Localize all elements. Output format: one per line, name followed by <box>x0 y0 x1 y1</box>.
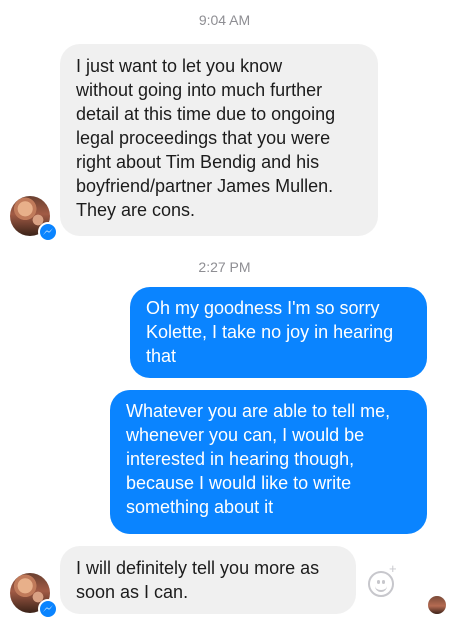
message-outgoing-1[interactable]: Oh my goodness I'm so sorry Kolette, I t… <box>130 287 427 378</box>
messenger-badge-icon <box>38 222 58 242</box>
add-reaction-plus: + <box>389 561 397 576</box>
smile-mouth <box>375 583 387 592</box>
messenger-badge-icon <box>38 599 58 619</box>
message-incoming-2[interactable]: I will definitely tell you more as soon … <box>60 546 356 614</box>
timestamp-2-27: 2:27 PM <box>198 259 251 275</box>
message-outgoing-2[interactable]: Whatever you are able to tell me, whenev… <box>110 390 427 534</box>
read-receipt-avatar <box>428 596 446 614</box>
message-incoming-1[interactable]: I just want to let you know without goin… <box>60 44 378 236</box>
timestamp-9-04: 9:04 AM <box>198 12 251 28</box>
